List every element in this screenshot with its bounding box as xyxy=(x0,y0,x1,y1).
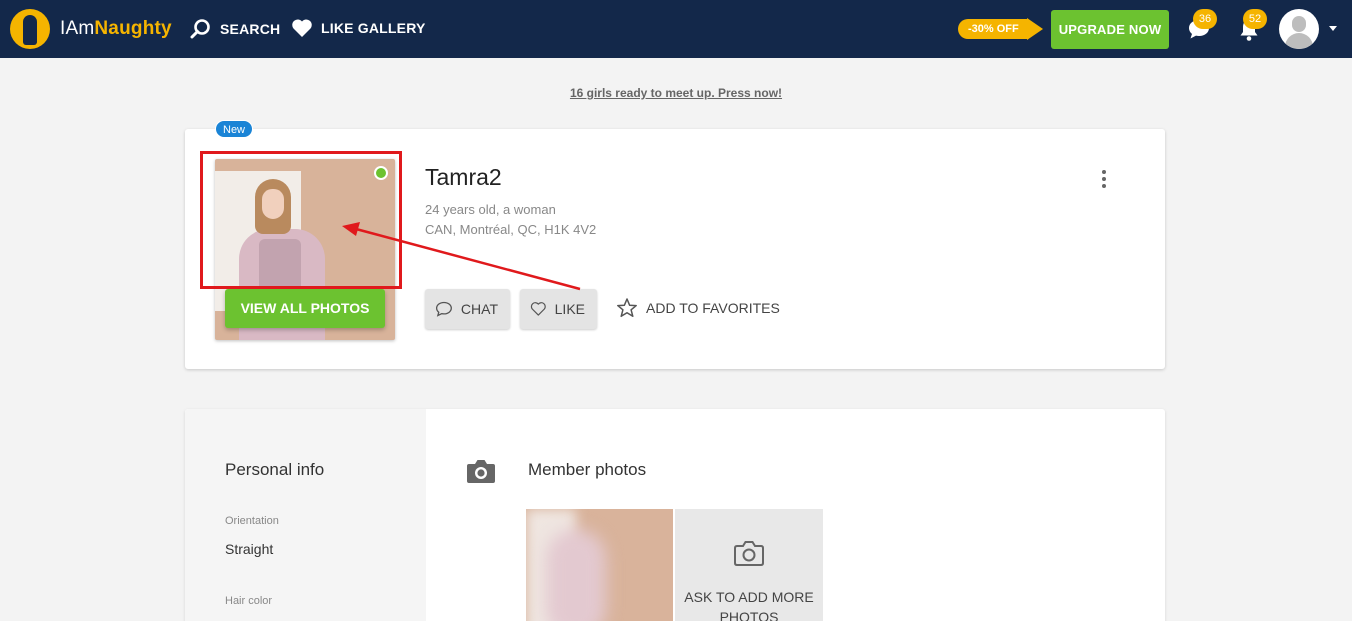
logo-icon xyxy=(10,9,50,49)
view-all-photos-button[interactable]: VIEW ALL PHOTOS xyxy=(225,289,385,328)
promo-link[interactable]: 16 girls ready to meet up. Press now! xyxy=(0,86,1352,100)
logo-text-bold: Naughty xyxy=(94,18,172,39)
add-to-favorites-button[interactable]: ADD TO FAVORITES xyxy=(616,297,780,319)
heart-outline-icon xyxy=(530,302,546,316)
nav-like-gallery-label: LIKE GALLERY xyxy=(321,20,426,36)
search-icon xyxy=(190,19,210,39)
ask-to-add-more-photos-label: ASK TO ADD MORE PHOTOS xyxy=(684,589,814,621)
like-button[interactable]: LIKE xyxy=(520,289,597,329)
annotation-highlight-box xyxy=(200,151,402,289)
personal-info-panel: Personal info Orientation Straight Hair … xyxy=(185,409,426,621)
messages-count-badge: 36 xyxy=(1193,9,1217,29)
nav-search[interactable]: SEARCH xyxy=(190,18,280,40)
notifications-count-badge: 52 xyxy=(1243,9,1267,29)
profile-username: Tamra2 xyxy=(425,164,502,190)
more-options-icon[interactable] xyxy=(1100,170,1108,190)
chat-button-label: CHAT xyxy=(460,301,498,317)
chevron-down-icon[interactable] xyxy=(1329,26,1337,31)
add-to-favorites-label: ADD TO FAVORITES xyxy=(646,300,780,316)
camera-outline-icon xyxy=(734,541,764,566)
site-logo[interactable]: IAmNaughty xyxy=(10,9,172,49)
member-photos-title: Member photos xyxy=(528,460,647,479)
chat-bubble-icon xyxy=(435,301,452,317)
profile-location: CAN, Montréal, QC, H1K 4V2 xyxy=(425,222,597,237)
nav-like-gallery[interactable]: LIKE GALLERY xyxy=(291,18,426,38)
nav-search-label: SEARCH xyxy=(220,21,281,37)
orientation-label: Orientation xyxy=(225,515,279,527)
profile-age-gender: 24 years old, a woman xyxy=(425,202,556,217)
discount-tag[interactable]: -30% OFF xyxy=(958,18,1043,40)
camera-icon xyxy=(467,460,495,483)
heart-icon xyxy=(292,19,312,37)
member-photo-thumbnail[interactable] xyxy=(526,509,673,621)
chat-button[interactable]: CHAT xyxy=(425,289,510,329)
user-avatar[interactable] xyxy=(1279,9,1319,49)
hair-color-label: Hair color xyxy=(225,595,273,607)
arrow-right-icon xyxy=(1026,18,1043,40)
like-button-label: LIKE xyxy=(554,301,585,317)
discount-label: -30% OFF xyxy=(958,19,1027,39)
star-outline-icon xyxy=(617,298,637,318)
profile-details-section: Personal info Orientation Straight Hair … xyxy=(185,409,1165,621)
top-navigation-bar: IAmNaughty SEARCH LIKE GALLERY -30% OFF … xyxy=(0,0,1352,58)
new-badge: New xyxy=(215,120,254,138)
ask-to-add-more-photos-button[interactable]: ASK TO ADD MORE PHOTOS xyxy=(675,509,823,621)
personal-info-title: Personal info xyxy=(225,460,325,479)
logo-text-plain: IAm xyxy=(60,18,95,39)
upgrade-now-button[interactable]: UPGRADE NOW xyxy=(1051,10,1169,49)
orientation-value: Straight xyxy=(225,541,274,557)
